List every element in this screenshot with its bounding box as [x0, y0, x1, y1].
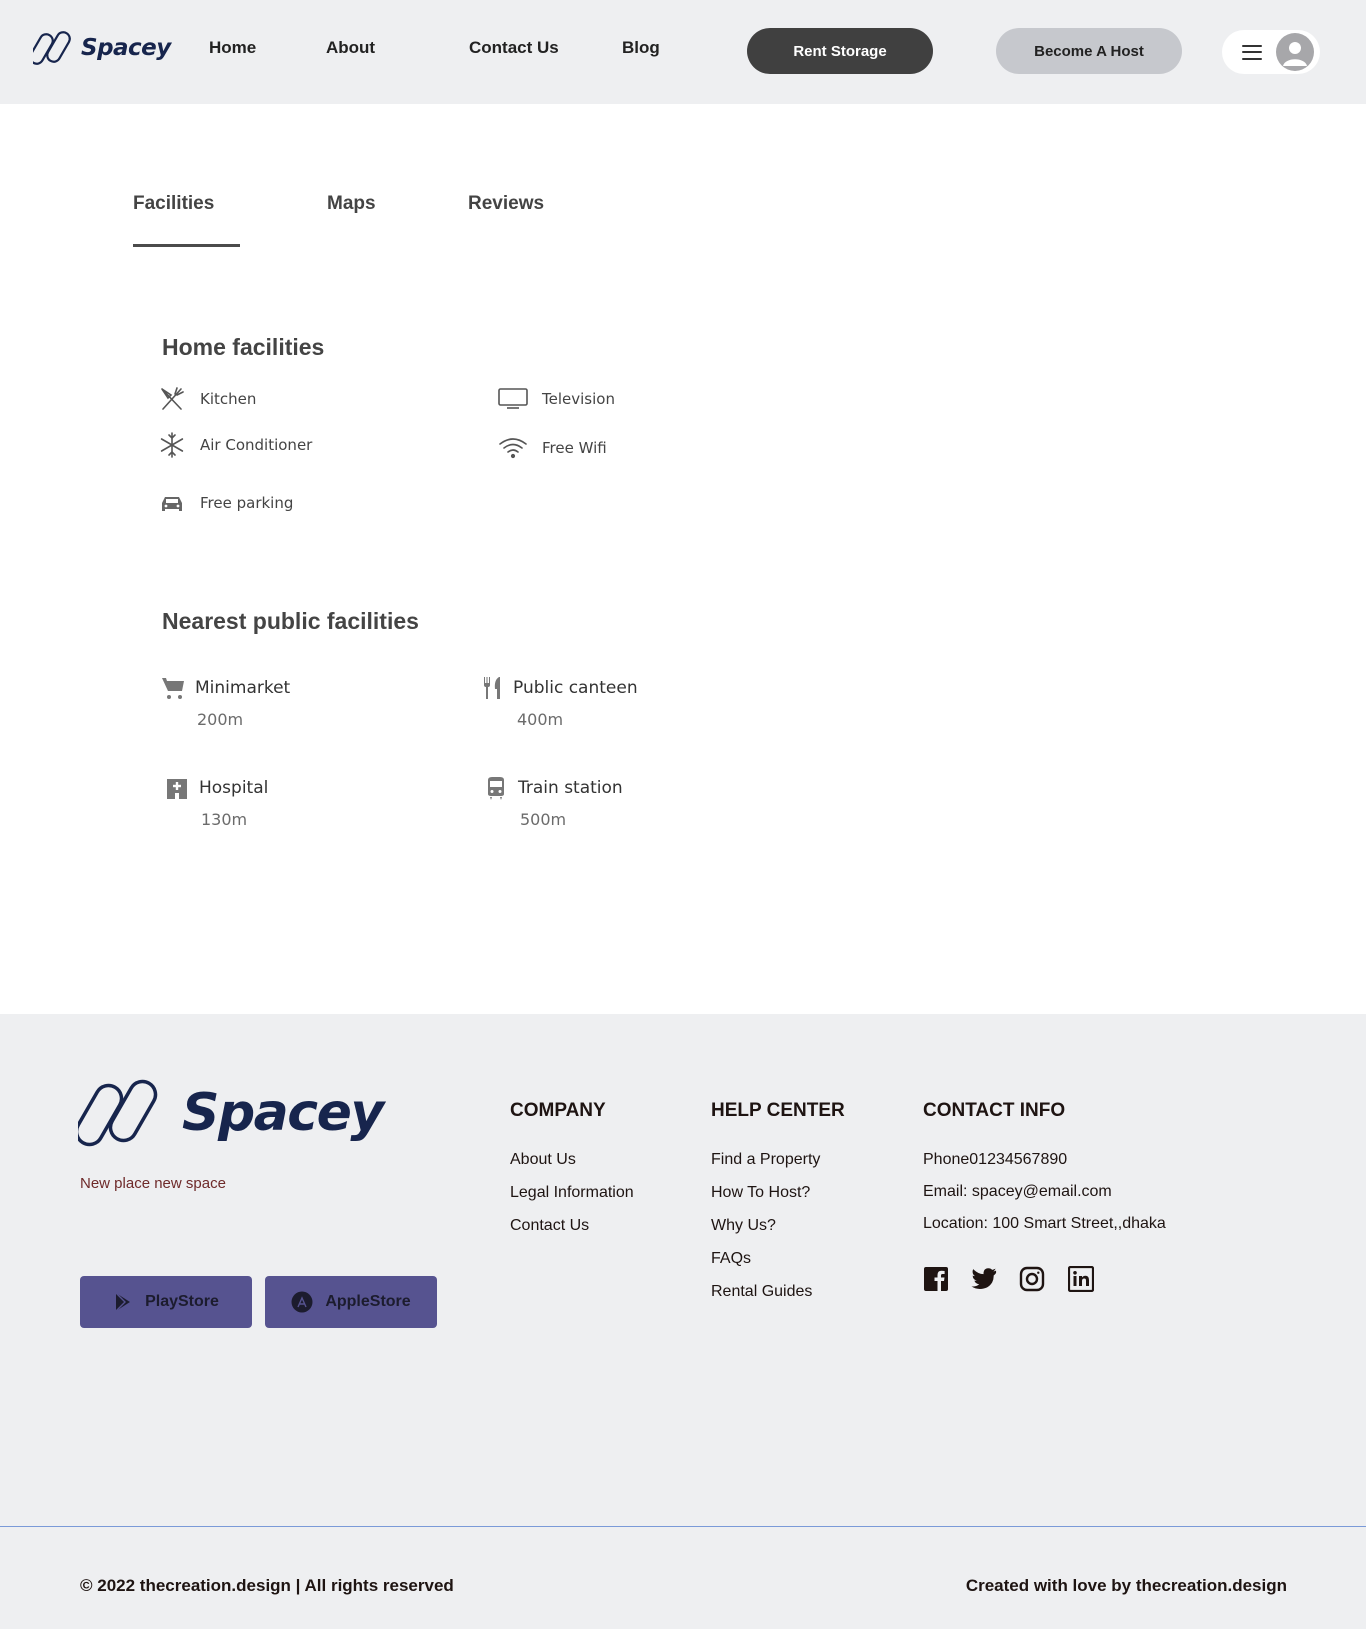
- public-facility-distance: 400m: [517, 710, 564, 729]
- copyright-text: © 2022 thecreation.design | All rights r…: [80, 1576, 454, 1595]
- footer-link-legal[interactable]: Legal Information: [510, 1184, 634, 1202]
- facility-item: Kitchen: [159, 386, 256, 412]
- tab-facilities[interactable]: Facilities: [133, 193, 214, 215]
- footer-link-how-to-host[interactable]: How To Host?: [711, 1184, 810, 1202]
- playstore-label: PlayStore: [145, 1293, 219, 1310]
- hospital-icon: [165, 776, 189, 800]
- tab-reviews[interactable]: Reviews: [468, 193, 544, 215]
- facility-label: Air Conditioner: [200, 436, 313, 454]
- facility-item: Television: [497, 386, 615, 412]
- facility-label: Television: [542, 390, 615, 408]
- help-center-heading: HELP CENTER: [711, 1100, 845, 1121]
- public-facility-name: Train station: [518, 778, 623, 798]
- footer-link-faqs[interactable]: FAQs: [711, 1250, 751, 1268]
- public-facility-item: Hospital 130m: [165, 776, 268, 829]
- contact-phone: Phone01234567890: [923, 1151, 1068, 1168]
- tab-maps[interactable]: Maps: [327, 193, 376, 215]
- menu-icon: [1242, 44, 1262, 60]
- public-facility-item: Minimarket 200m: [161, 676, 290, 729]
- credit-link[interactable]: thecreation.design: [1136, 1576, 1287, 1595]
- facility-label: Free parking: [200, 494, 294, 512]
- cart-icon: [161, 676, 185, 700]
- footer-link-about-us[interactable]: About Us: [510, 1151, 576, 1169]
- user-menu-button[interactable]: [1222, 30, 1320, 74]
- wifi-icon: [497, 435, 529, 461]
- public-facility-name: Hospital: [199, 778, 269, 798]
- facility-item: Air Conditioner: [159, 432, 312, 458]
- footer-link-rental-guides[interactable]: Rental Guides: [711, 1283, 812, 1301]
- contact-email: Email: spacey@email.com: [923, 1183, 1112, 1200]
- public-facility-item: Train station 500m: [484, 776, 623, 829]
- play-store-icon: [113, 1292, 133, 1312]
- brand-logo[interactable]: Spacey: [33, 30, 171, 66]
- facility-item: Free Wifi: [497, 435, 607, 461]
- facility-item: Free parking: [159, 490, 293, 516]
- public-facility-distance: 500m: [520, 810, 567, 829]
- footer-link-find-property[interactable]: Find a Property: [711, 1151, 820, 1169]
- footer-link-contact-us[interactable]: Contact Us: [510, 1217, 589, 1235]
- active-tab-indicator: [133, 244, 240, 247]
- footer-divider: [0, 1526, 1366, 1527]
- avatar-icon: [1276, 33, 1314, 71]
- contact-info-heading: CONTACT INFO: [923, 1100, 1066, 1121]
- app-store-icon: [291, 1291, 313, 1313]
- logo-mark-icon: [78, 1079, 158, 1147]
- nav-home[interactable]: Home: [209, 38, 256, 58]
- public-facility-distance: 130m: [201, 810, 248, 829]
- playstore-button[interactable]: PlayStore: [80, 1276, 252, 1328]
- applestore-button[interactable]: AppleStore: [265, 1276, 437, 1328]
- snowflake-icon: [159, 432, 185, 458]
- site-footer: Spacey New place new space PlayStore App…: [0, 1014, 1366, 1629]
- credit-prefix: Created with love by: [965, 1576, 1136, 1595]
- footer-tagline: New place new space: [80, 1175, 226, 1192]
- company-heading: COMPANY: [510, 1100, 606, 1121]
- become-host-button[interactable]: Become A Host: [996, 28, 1182, 74]
- television-icon: [497, 386, 529, 412]
- home-facilities-title: Home facilities: [162, 334, 325, 360]
- brand-name: Spacey: [81, 35, 171, 61]
- applestore-label: AppleStore: [325, 1293, 411, 1310]
- footer-brand-logo[interactable]: Spacey: [78, 1077, 384, 1149]
- site-header: Spacey Home About Contact Us Blog Rent S…: [0, 0, 1366, 104]
- public-facility-name: Public canteen: [513, 678, 638, 698]
- instagram-icon[interactable]: [1019, 1266, 1045, 1292]
- nav-blog[interactable]: Blog: [622, 38, 660, 58]
- footer-brand-name: Spacey: [182, 1083, 384, 1143]
- public-facility-name: Minimarket: [195, 678, 291, 698]
- footer-link-why-us[interactable]: Why Us?: [711, 1217, 776, 1235]
- nav-contact-us[interactable]: Contact Us: [469, 38, 559, 58]
- public-facility-distance: 200m: [197, 710, 244, 729]
- kitchen-icon: [159, 386, 185, 412]
- train-icon: [484, 776, 508, 800]
- facility-label: Free Wifi: [542, 439, 607, 457]
- car-icon: [159, 490, 185, 516]
- nav-about[interactable]: About: [326, 38, 375, 58]
- credit-text: Created with love by thecreation.design: [966, 1576, 1287, 1596]
- utensils-icon: [481, 676, 505, 700]
- rent-storage-button[interactable]: Rent Storage: [747, 28, 933, 74]
- linkedin-icon[interactable]: [1068, 1266, 1094, 1292]
- facility-label: Kitchen: [200, 390, 257, 408]
- twitter-icon[interactable]: [971, 1266, 997, 1292]
- facebook-icon[interactable]: [923, 1266, 949, 1292]
- logo-mark-icon: [33, 31, 71, 65]
- public-facility-item: Public canteen 400m: [481, 676, 638, 729]
- contact-location: Location: 100 Smart Street,,dhaka: [923, 1215, 1166, 1232]
- public-facilities-title: Nearest public facilities: [162, 608, 419, 634]
